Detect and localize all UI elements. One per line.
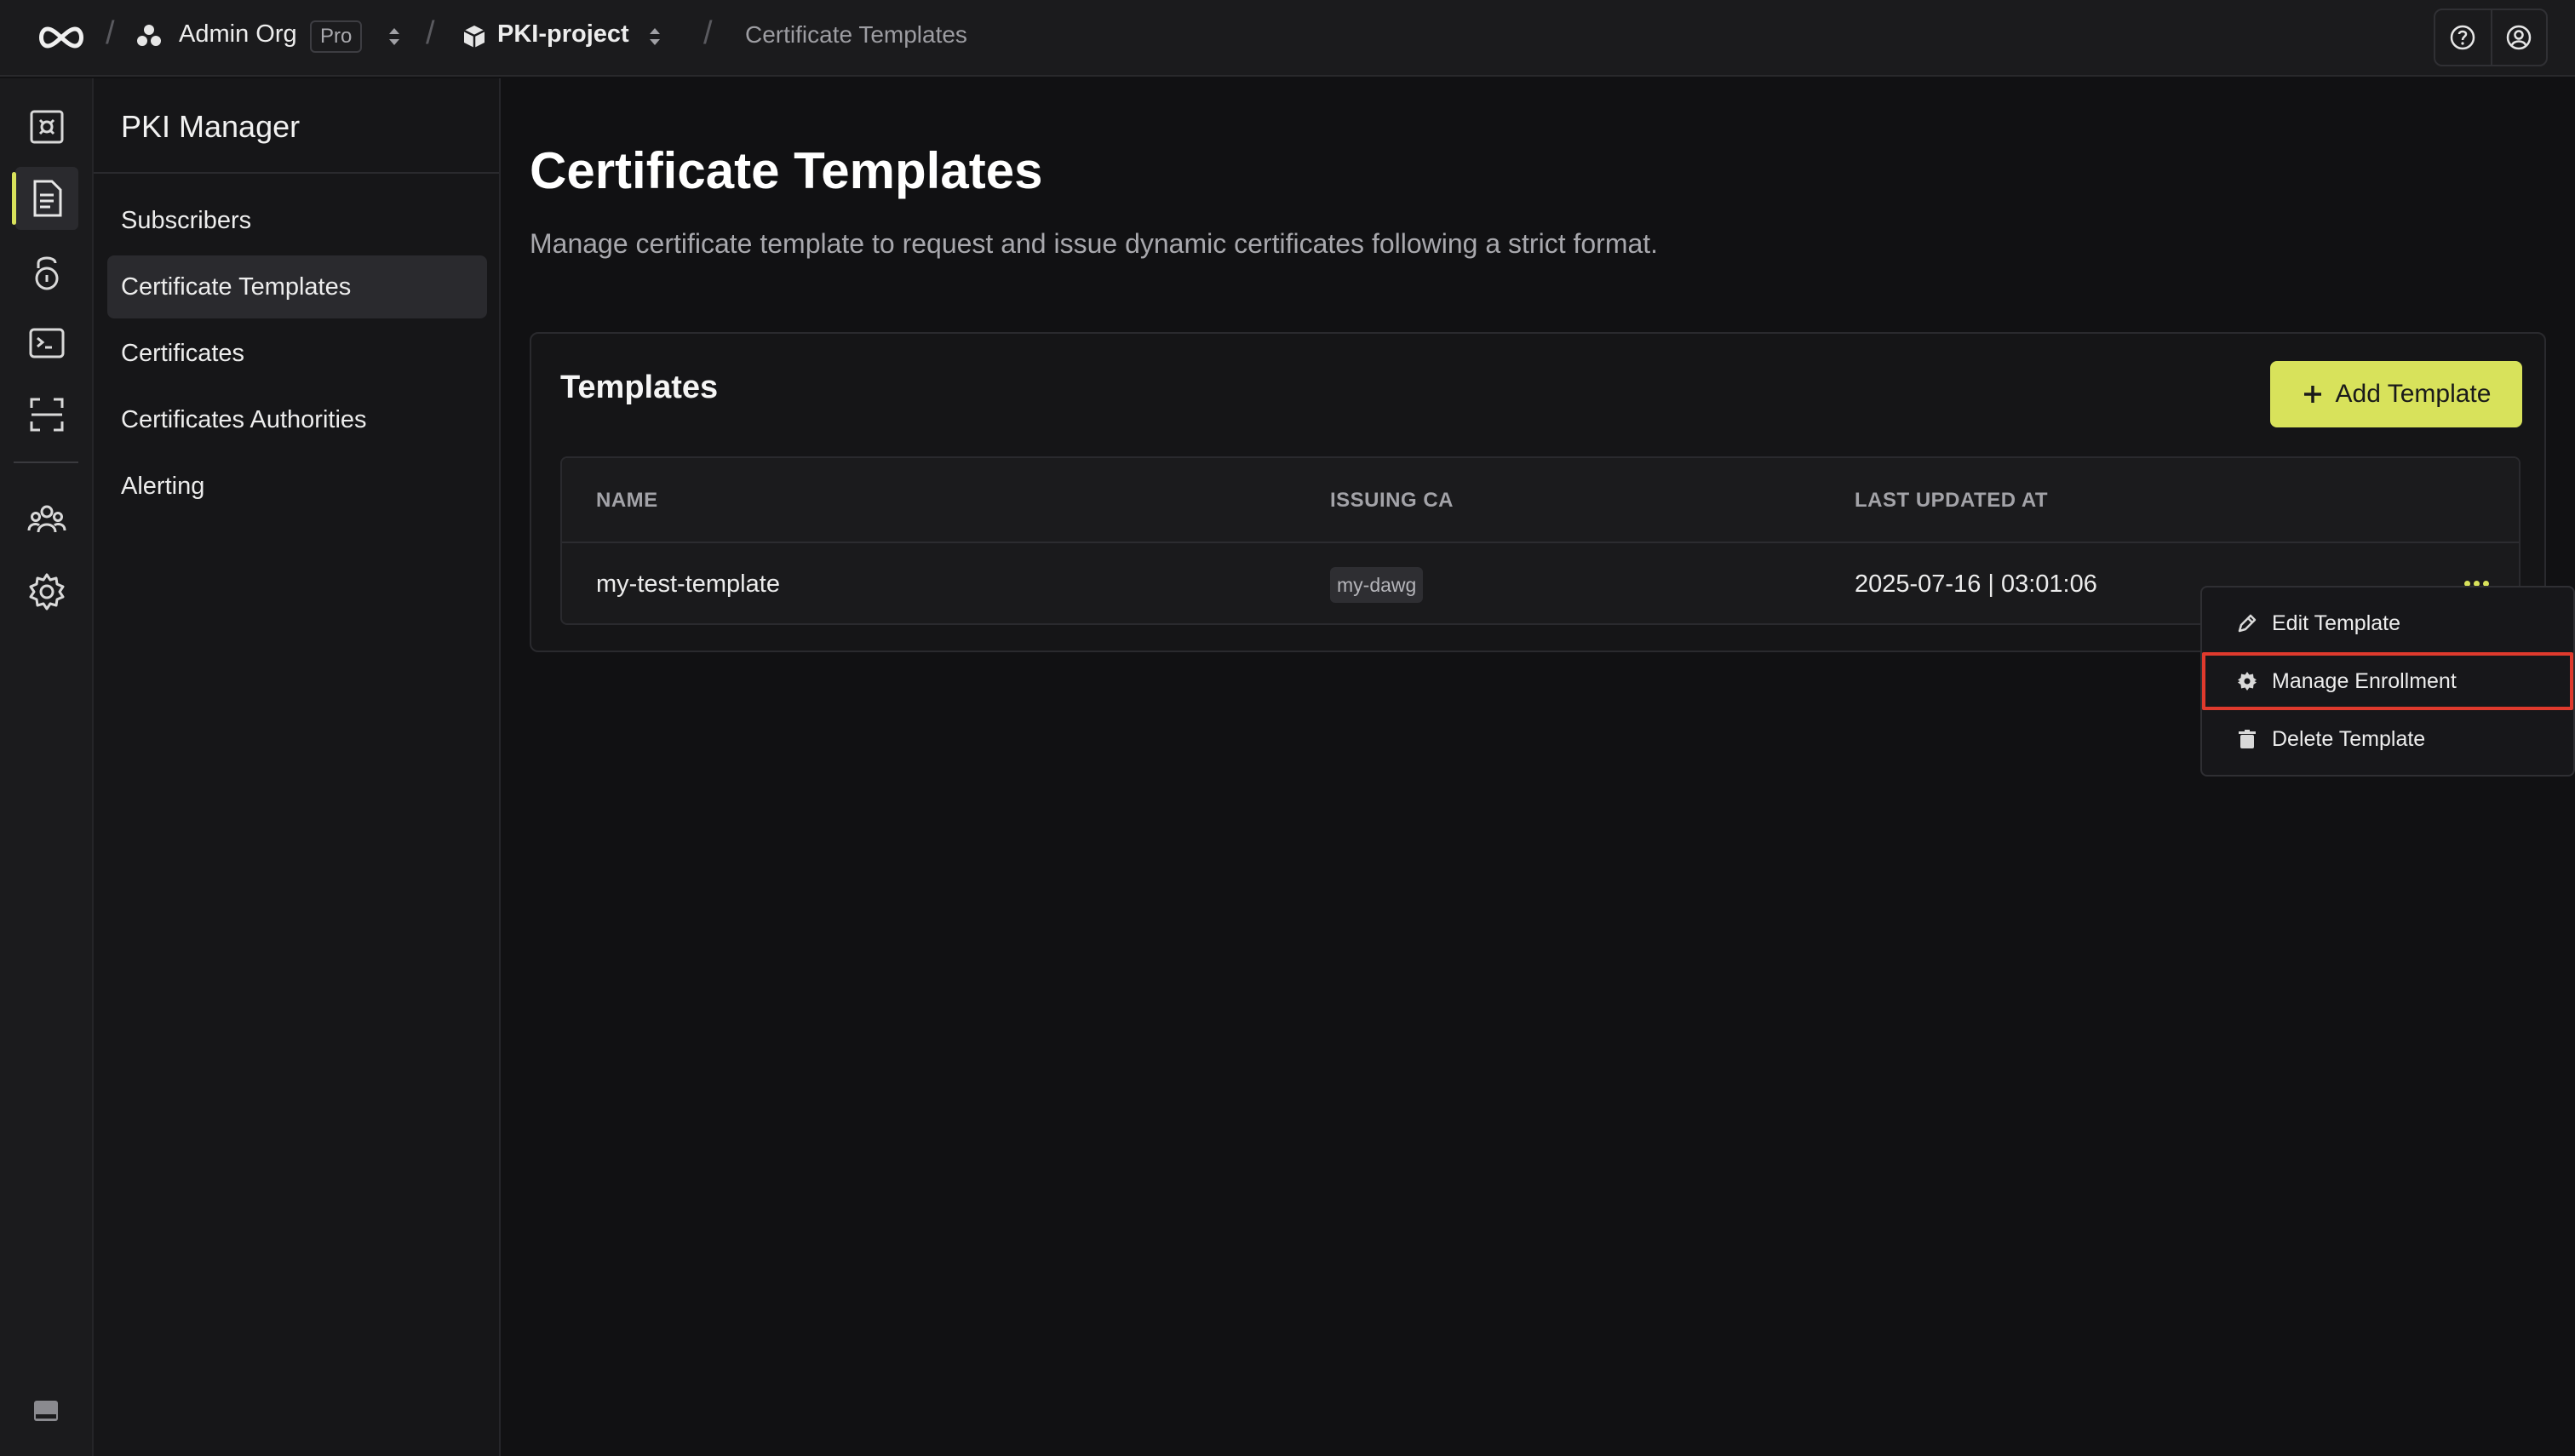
page-title: Certificate Templates bbox=[530, 142, 1043, 199]
plan-badge: Pro bbox=[310, 20, 363, 53]
menu-item-label: Edit Template bbox=[2272, 610, 2401, 635]
rail-ssh[interactable] bbox=[15, 312, 78, 375]
template-name: my-test-template bbox=[596, 570, 780, 598]
rail-scanner[interactable] bbox=[15, 383, 78, 446]
rail-kms[interactable] bbox=[15, 240, 78, 303]
sidebar: PKI Manager Subscribers Certificate Temp… bbox=[94, 78, 501, 1456]
rail-members[interactable] bbox=[15, 489, 78, 552]
last-updated: 2025-07-16 | 03:01:06 bbox=[1855, 570, 2097, 598]
sidebar-item-certificate-templates[interactable]: Certificate Templates bbox=[107, 255, 487, 318]
page-description: Manage certificate template to request a… bbox=[530, 228, 1659, 259]
rail-secret-manager[interactable] bbox=[15, 95, 78, 158]
rail-settings[interactable] bbox=[15, 560, 78, 623]
sidebar-item-alerting[interactable]: Alerting bbox=[107, 455, 487, 518]
add-template-label: Add Template bbox=[2335, 380, 2492, 408]
top-bar: / Admin Org Pro / PKI-project / Certific… bbox=[0, 0, 2575, 77]
menu-item-label: Manage Enrollment bbox=[2272, 668, 2457, 693]
sidebar-item-certificates[interactable]: Certificates bbox=[107, 322, 487, 385]
breadcrumb-current: Certificate Templates bbox=[745, 21, 967, 48]
org-name[interactable]: Admin Org bbox=[179, 20, 297, 49]
gear-icon bbox=[29, 573, 65, 610]
user-account-button[interactable] bbox=[2490, 10, 2546, 65]
menu-item-edit-template[interactable]: Edit Template bbox=[2202, 594, 2573, 652]
trash-icon bbox=[2239, 730, 2256, 748]
org-icon bbox=[137, 25, 161, 46]
column-header-name: NAME bbox=[596, 489, 658, 512]
terminal-icon bbox=[29, 328, 65, 358]
org-switcher-chevron-icon[interactable] bbox=[385, 24, 404, 49]
sidebar-divider bbox=[94, 172, 499, 174]
issuing-ca-badge: my-dawg bbox=[1330, 567, 1424, 603]
infinity-logo-icon[interactable] bbox=[34, 20, 89, 54]
project-switcher-chevron-icon[interactable] bbox=[645, 24, 664, 49]
top-right-actions bbox=[2434, 9, 2548, 66]
column-header-last-updated: LAST UPDATED AT bbox=[1855, 489, 2049, 512]
breadcrumb-separator: / bbox=[703, 15, 713, 51]
unlock-icon bbox=[35, 256, 59, 290]
row-actions-menu: Edit Template Manage Enrollment Delete T… bbox=[2200, 586, 2575, 777]
menu-item-label: Delete Template bbox=[2272, 726, 2426, 751]
help-icon bbox=[2451, 25, 2475, 50]
plus-icon bbox=[2303, 386, 2321, 403]
users-icon bbox=[27, 505, 66, 533]
document-icon bbox=[33, 180, 62, 217]
gear-icon bbox=[2238, 672, 2257, 691]
breadcrumb-separator: / bbox=[426, 15, 435, 51]
pencil-icon bbox=[2238, 614, 2257, 633]
sidebar-toggle-icon[interactable] bbox=[32, 1399, 60, 1423]
project-name[interactable]: PKI-project bbox=[497, 20, 629, 49]
icon-rail bbox=[0, 78, 94, 1456]
secret-manager-icon bbox=[30, 110, 64, 144]
help-button[interactable] bbox=[2435, 10, 2491, 65]
table-header: NAME ISSUING CA LAST UPDATED AT bbox=[562, 458, 2519, 543]
sidebar-item-subscribers[interactable]: Subscribers bbox=[107, 189, 487, 252]
rail-pki-manager[interactable] bbox=[12, 167, 78, 230]
column-header-issuing-ca: ISSUING CA bbox=[1330, 489, 1454, 512]
scan-icon bbox=[30, 398, 64, 432]
menu-item-manage-enrollment[interactable]: Manage Enrollment bbox=[2202, 652, 2573, 710]
user-circle-icon bbox=[2507, 25, 2532, 50]
card-title: Templates bbox=[560, 370, 719, 405]
rail-divider bbox=[14, 461, 78, 463]
project-box-icon bbox=[463, 26, 485, 48]
sidebar-item-certificate-authorities[interactable]: Certificates Authorities bbox=[107, 388, 487, 451]
menu-item-delete-template[interactable]: Delete Template bbox=[2202, 710, 2573, 768]
add-template-button[interactable]: Add Template bbox=[2270, 361, 2522, 427]
breadcrumb-separator: / bbox=[106, 15, 115, 51]
sidebar-title: PKI Manager bbox=[121, 109, 301, 144]
